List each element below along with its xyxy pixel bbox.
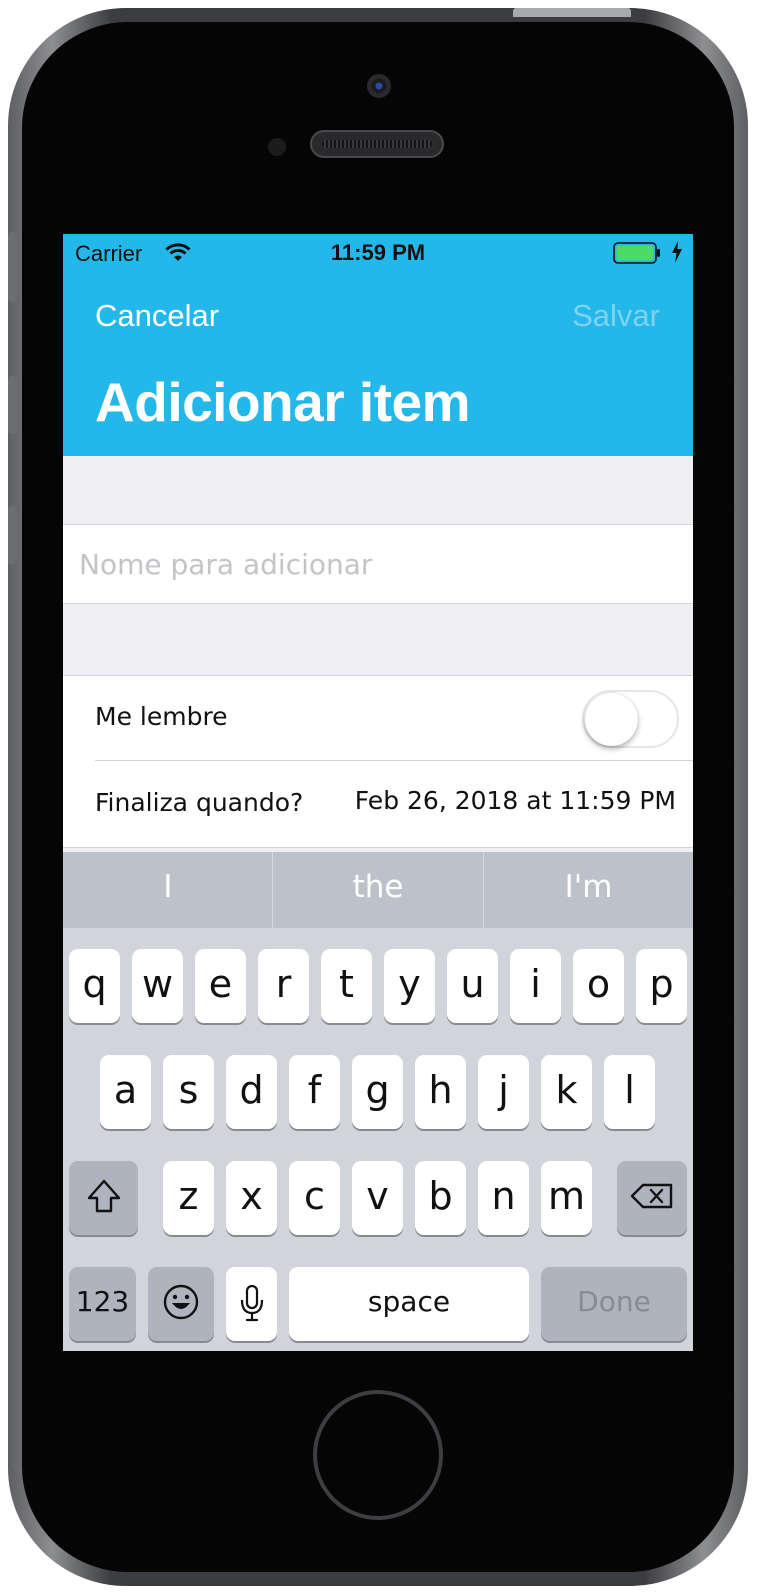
- key-y[interactable]: y: [384, 949, 435, 1023]
- volume-down-button: [8, 506, 17, 564]
- front-camera: [367, 74, 391, 98]
- key-s[interactable]: s: [163, 1055, 214, 1129]
- suggestion-1[interactable]: I: [63, 852, 273, 928]
- key-h[interactable]: h: [415, 1055, 466, 1129]
- keyboard: I the I'm q w e r t y u i o p a s d f g …: [63, 852, 693, 1351]
- key-e[interactable]: e: [195, 949, 246, 1023]
- shift-key[interactable]: [69, 1161, 138, 1235]
- page-title: Adicionar item: [95, 371, 471, 433]
- key-j[interactable]: j: [478, 1055, 529, 1129]
- emoji-icon: [163, 1284, 199, 1320]
- key-p[interactable]: p: [636, 949, 687, 1023]
- charging-bolt-icon: [672, 241, 682, 263]
- space-key[interactable]: space: [289, 1267, 529, 1341]
- key-z[interactable]: z: [163, 1161, 214, 1235]
- key-d[interactable]: d: [226, 1055, 277, 1129]
- item-name-input[interactable]: [79, 525, 679, 603]
- cancel-button[interactable]: Cancelar: [95, 298, 219, 334]
- earpiece-speaker: [310, 130, 444, 158]
- silent-switch: [8, 232, 17, 302]
- power-button: [513, 8, 631, 17]
- remind-me-label: Me lembre: [95, 702, 228, 731]
- suggestion-3[interactable]: I'm: [484, 852, 693, 928]
- suggestion-2[interactable]: the: [273, 852, 483, 928]
- suggestion-bar: I the I'm: [63, 852, 693, 928]
- save-button[interactable]: Salvar: [572, 298, 660, 334]
- key-m[interactable]: m: [541, 1161, 592, 1235]
- delete-key[interactable]: [617, 1161, 687, 1235]
- delete-icon: [630, 1183, 673, 1209]
- key-t[interactable]: t: [321, 949, 372, 1023]
- proximity-sensor: [268, 138, 286, 156]
- key-k[interactable]: k: [541, 1055, 592, 1129]
- shift-icon: [87, 1179, 120, 1213]
- remind-me-cell: Me lembre: [63, 675, 693, 761]
- key-r[interactable]: r: [258, 949, 309, 1023]
- remind-me-toggle[interactable]: [582, 690, 679, 748]
- status-time: 11:59 PM: [330, 240, 426, 265]
- key-n[interactable]: n: [478, 1161, 529, 1235]
- key-a[interactable]: a: [100, 1055, 151, 1129]
- toggle-knob: [585, 693, 638, 746]
- end-date-value[interactable]: Feb 26, 2018 at 11:59 PM: [355, 786, 676, 815]
- key-x[interactable]: x: [226, 1161, 277, 1235]
- emoji-key[interactable]: [148, 1267, 214, 1341]
- key-w[interactable]: w: [132, 949, 183, 1023]
- key-u[interactable]: u: [447, 949, 498, 1023]
- key-b[interactable]: b: [415, 1161, 466, 1235]
- navigation-bar: Carrier 11:59 PM Cancelar Salvar Adicion…: [63, 234, 693, 456]
- key-o[interactable]: o: [573, 949, 624, 1023]
- key-g[interactable]: g: [352, 1055, 403, 1129]
- key-q[interactable]: q: [69, 949, 120, 1023]
- volume-up-button: [8, 376, 17, 434]
- screen: Carrier 11:59 PM Cancelar Salvar Adicion…: [63, 234, 693, 1351]
- key-c[interactable]: c: [289, 1161, 340, 1235]
- key-f[interactable]: f: [289, 1055, 340, 1129]
- home-button[interactable]: [313, 1390, 443, 1520]
- key-v[interactable]: v: [352, 1161, 403, 1235]
- battery-icon: [613, 242, 660, 264]
- microphone-icon: [240, 1284, 263, 1322]
- key-l[interactable]: l: [604, 1055, 655, 1129]
- name-cell: [63, 524, 693, 604]
- numbers-key[interactable]: 123: [69, 1267, 136, 1341]
- end-date-cell[interactable]: Finaliza quando? Feb 26, 2018 at 11:59 P…: [63, 761, 693, 848]
- end-date-label: Finaliza quando?: [95, 788, 304, 817]
- done-key[interactable]: Done: [541, 1267, 687, 1341]
- microphone-key[interactable]: [226, 1267, 277, 1341]
- key-i[interactable]: i: [510, 949, 561, 1023]
